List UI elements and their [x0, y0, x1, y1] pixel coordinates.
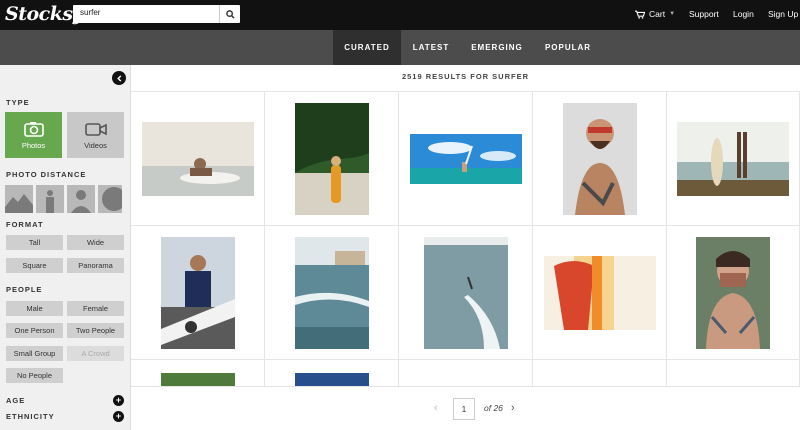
grid-cell[interactable] [265, 226, 399, 360]
photo-thumbnail[interactable] [294, 373, 369, 387]
collapse-sidebar-button[interactable] [112, 71, 126, 85]
landscape-icon [5, 194, 33, 213]
page-total: of 26 [484, 403, 503, 413]
ethnicity-title[interactable]: ETHNICITY [6, 412, 55, 421]
photo-thumbnail[interactable] [141, 121, 254, 196]
sort-tabs: CURATED LATEST EMERGING POPULAR [0, 30, 800, 65]
chevron-left-icon [116, 74, 121, 82]
photo-thumbnail[interactable] [294, 236, 369, 349]
people-female-button[interactable]: Female [67, 301, 124, 316]
age-expand-icon[interactable]: + [113, 395, 124, 406]
photo-thumbnail[interactable] [423, 236, 508, 349]
grid-cell[interactable] [131, 360, 265, 387]
people-no-people-button[interactable]: No People [6, 368, 63, 383]
videos-button[interactable]: Videos [67, 112, 124, 158]
login-link[interactable]: Login [733, 9, 754, 19]
filter-sidebar: TYPE Photos Videos PHOTO DISTANCE FORMAT… [0, 65, 131, 430]
people-one-person-button[interactable]: One Person [6, 323, 63, 338]
photos-label: Photos [21, 140, 46, 150]
camera-icon [23, 121, 44, 137]
search-box: surfer [73, 5, 240, 23]
support-link[interactable]: Support [689, 9, 719, 19]
stocksy-logo[interactable]: Stocksy [5, 3, 84, 25]
photo-thumbnail[interactable] [543, 255, 656, 330]
tab-emerging[interactable]: EMERGING [461, 30, 533, 65]
grid-cell[interactable] [131, 92, 265, 226]
grid-cell[interactable] [667, 92, 800, 226]
grid-cell[interactable] [399, 92, 533, 226]
tab-popular[interactable]: POPULAR [533, 30, 603, 65]
grid-cell[interactable] [265, 360, 399, 387]
signup-link[interactable]: Sign Up [768, 9, 798, 19]
photo-thumbnail[interactable] [696, 236, 770, 349]
image-grid [131, 91, 800, 387]
search-button[interactable] [219, 5, 240, 23]
distance-full-body-button[interactable] [36, 185, 64, 213]
top-bar: Stocksy surfer Cart ▼ Support Login Sign… [0, 0, 800, 30]
grid-cell[interactable] [533, 92, 667, 226]
grid-cell[interactable] [399, 226, 533, 360]
cart-label: Cart [649, 9, 666, 19]
search-input[interactable]: surfer [80, 8, 100, 17]
grid-cell [533, 360, 667, 387]
photo-thumbnail[interactable] [294, 102, 369, 215]
people-small-group-button[interactable]: Small Group [6, 346, 63, 361]
half-body-icon [71, 190, 91, 213]
format-title: FORMAT [6, 220, 44, 229]
photo-thumbnail[interactable] [160, 373, 235, 387]
photo-thumbnail[interactable] [677, 121, 789, 196]
distance-medium-button[interactable] [67, 185, 95, 213]
people-male-button[interactable]: Male [6, 301, 63, 316]
cart-icon [635, 10, 645, 19]
results-count: 2519 RESULTS FOR SURFER [401, 72, 530, 81]
grid-cell[interactable] [265, 92, 399, 226]
ethnicity-expand-icon[interactable]: + [113, 411, 124, 422]
format-square-button[interactable]: Square [6, 258, 63, 273]
pagination: ‹ 1 of 26 › [131, 386, 800, 430]
grid-cell[interactable] [533, 226, 667, 360]
full-body-icon [46, 190, 54, 213]
grid-cell[interactable] [667, 226, 800, 360]
people-two-people-button[interactable]: Two People [67, 323, 124, 338]
previous-page-icon[interactable]: ‹ [434, 402, 438, 414]
photo-thumbnail[interactable] [562, 102, 637, 215]
people-a-crowd-button[interactable]: A Crowd [67, 346, 124, 361]
photos-button[interactable]: Photos [5, 112, 62, 158]
close-up-icon [102, 187, 122, 211]
tab-latest[interactable]: LATEST [401, 30, 461, 65]
type-title: TYPE [6, 98, 30, 107]
distance-far-button[interactable] [5, 185, 33, 213]
format-wide-button[interactable]: Wide [67, 235, 124, 250]
grid-cell [667, 360, 800, 387]
photo-thumbnail[interactable] [160, 236, 235, 349]
cart-link[interactable]: Cart ▼ [635, 9, 675, 19]
next-page-icon[interactable]: › [511, 402, 515, 414]
chevron-down-icon: ▼ [669, 11, 676, 17]
page-number-input[interactable]: 1 [453, 398, 475, 420]
photo-thumbnail[interactable] [409, 133, 522, 184]
videos-label: Videos [84, 140, 107, 150]
format-tall-button[interactable]: Tall [6, 235, 63, 250]
grid-cell [399, 360, 533, 387]
age-title[interactable]: AGE [6, 396, 25, 405]
people-title: PEOPLE [6, 285, 43, 294]
video-camera-icon [84, 122, 107, 136]
distance-title: PHOTO DISTANCE [6, 170, 87, 179]
grid-cell[interactable] [131, 226, 265, 360]
tab-curated[interactable]: CURATED [333, 30, 401, 65]
format-panorama-button[interactable]: Panorama [67, 258, 124, 273]
distance-close-up-button[interactable] [98, 185, 122, 213]
search-icon [225, 9, 235, 19]
